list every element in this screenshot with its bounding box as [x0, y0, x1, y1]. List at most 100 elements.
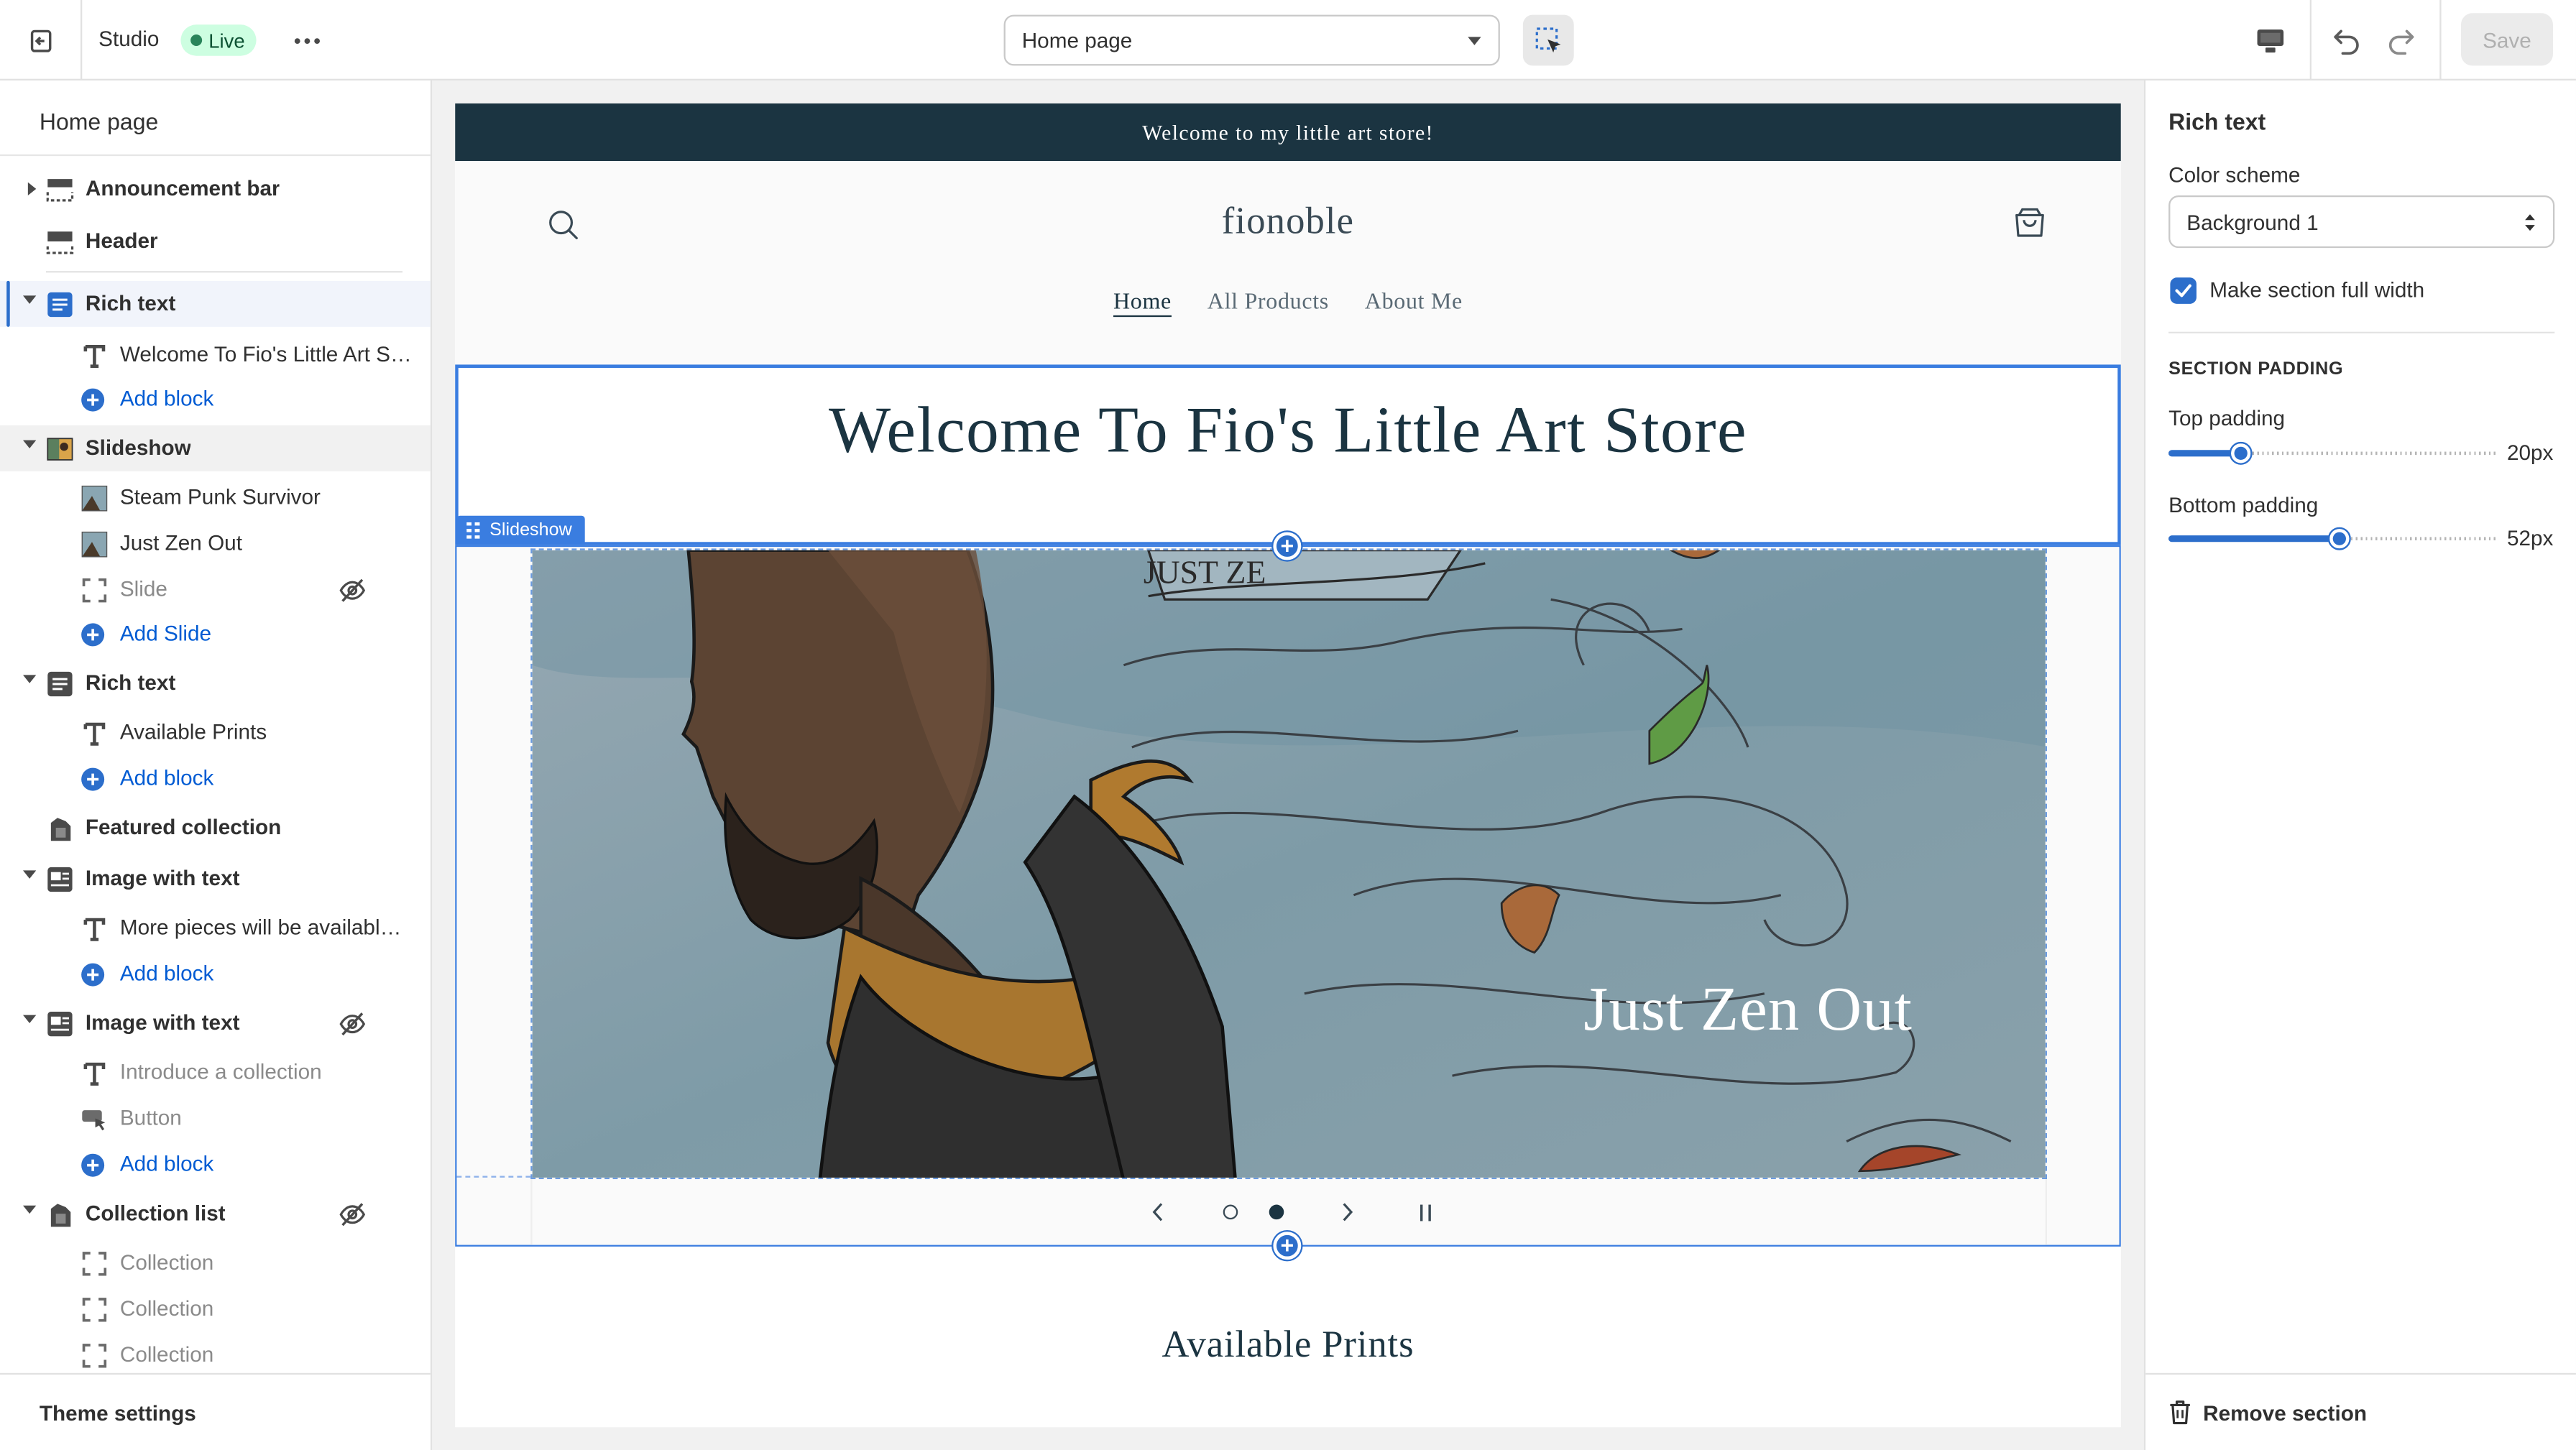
chevron-down-icon[interactable] — [22, 1205, 37, 1214]
rich-text-section-selected[interactable]: Welcome To Fio's Little Art Store — [455, 364, 2121, 545]
main-nav: Home All Products About Me — [455, 291, 2121, 318]
slide-image[interactable]: JUST ZE Just Zen Out — [530, 548, 2047, 1180]
sidebar-item-label: Header — [85, 228, 158, 253]
live-status-badge: Live — [180, 24, 257, 56]
slide-dot-2-active[interactable] — [1261, 1197, 1291, 1227]
chevron-down-icon[interactable] — [22, 440, 37, 448]
previous-slide-button[interactable] — [1144, 1197, 1173, 1227]
sidebar-item-label: Slide — [119, 576, 167, 601]
sidebar-item-featured-collection[interactable]: Featured collection — [0, 805, 431, 851]
eye-off-icon[interactable] — [339, 576, 367, 604]
sidebar-item-collection[interactable]: Collection — [0, 1332, 431, 1378]
select-cursor-icon — [1535, 27, 1560, 52]
rich-text-heading: Welcome To Fio's Little Art Store — [829, 392, 1747, 467]
sidebar-item-slideshow[interactable]: Slideshow — [0, 425, 431, 471]
sidebar-item-label: Collection list — [85, 1200, 226, 1226]
sidebar-item-label: Available Prints — [119, 719, 267, 744]
sidebar-item-collection[interactable]: Collection — [0, 1286, 431, 1332]
sidebar-item-label: Introduce a collection — [119, 1059, 322, 1084]
add-block-button[interactable]: Add block — [0, 951, 431, 997]
chevron-right-icon[interactable] — [27, 182, 37, 195]
sidebar-item-label: Just Zen Out — [119, 530, 242, 555]
bottom-padding-slider[interactable] — [2168, 525, 2498, 552]
sidebar-item-collection-list[interactable]: Collection list — [0, 1191, 431, 1237]
slider-thumb[interactable] — [2229, 441, 2253, 465]
placeholder-icon — [80, 1250, 109, 1278]
sidebar-item-welcome-to-fio-s-little-art-st[interactable]: Welcome To Fio's Little Art St... — [0, 332, 431, 378]
inspector-toggle-button[interactable] — [1522, 14, 1574, 66]
color-scheme-select[interactable]: Background 1 — [2168, 195, 2555, 249]
section-padding-heading: SECTION PADDING — [2168, 359, 2344, 379]
add-block-button[interactable]: Add block — [0, 1142, 431, 1188]
placeholder-icon — [80, 1296, 109, 1324]
nav-link-about-me[interactable]: About Me — [1365, 291, 1463, 315]
nav-link-all-products[interactable]: All Products — [1208, 291, 1329, 315]
sidebar-item-just-zen-out[interactable]: Just Zen Out — [0, 521, 431, 567]
store-header[interactable]: fionoble Home All Products About Me — [455, 160, 2121, 365]
slideshow-section-tag[interactable]: Slideshow — [456, 515, 586, 545]
redo-icon — [2388, 29, 2414, 55]
sidebar-item-rich-text[interactable]: Rich text — [0, 280, 431, 327]
store-logo[interactable]: fionoble — [455, 200, 2121, 243]
desktop-preview-button[interactable] — [2248, 19, 2294, 62]
slideshow-section[interactable]: JUST ZE Just Zen Out — [455, 545, 2121, 1247]
sidebar-item-rich-text[interactable]: Rich text — [0, 660, 431, 706]
add-icon — [80, 387, 109, 415]
cart-icon[interactable] — [2012, 206, 2047, 240]
pause-slideshow-button[interactable] — [1411, 1197, 1440, 1227]
announcement-bar[interactable]: Welcome to my little art store! — [455, 103, 2121, 161]
full-width-checkbox[interactable] — [2170, 277, 2196, 304]
sidebar-title: Home page — [39, 108, 159, 135]
top-padding-slider[interactable] — [2168, 440, 2498, 467]
section-sidebar: Home page Announcement bar Header Rich tex… — [0, 80, 433, 1450]
sidebar-item-image-with-text[interactable]: Image with text — [0, 856, 431, 902]
more-horizontal-icon — [294, 38, 321, 45]
eye-off-icon[interactable] — [339, 1010, 367, 1038]
chevron-down-icon[interactable] — [22, 1015, 37, 1023]
sidebar-item-label: Button — [119, 1105, 182, 1130]
sidebar-item-announcement-bar[interactable]: Announcement bar — [0, 166, 431, 212]
page-selector[interactable]: Home page — [1003, 14, 1500, 66]
sidebar-item-collection[interactable]: Collection — [0, 1240, 431, 1286]
sidebar-item-available-prints[interactable]: Available Prints — [0, 709, 431, 755]
sidebar-item-more-pieces-will-be-available[interactable]: More pieces will be available ... — [0, 905, 431, 951]
eye-off-icon[interactable] — [339, 1201, 367, 1229]
settings-panel: Rich text Color scheme Background 1 Make… — [2143, 80, 2576, 1450]
theme-settings-button[interactable]: Theme settings — [0, 1372, 431, 1450]
chevron-down-icon[interactable] — [22, 675, 37, 683]
exit-button[interactable] — [0, 0, 83, 80]
placeholder-icon — [80, 576, 109, 604]
toolbar-divider — [2439, 0, 2442, 80]
sidebar-item-header[interactable]: Header — [0, 218, 431, 264]
save-button[interactable]: Save — [2460, 13, 2553, 66]
nav-link-home[interactable]: Home — [1113, 291, 1172, 315]
next-slide-button[interactable] — [1333, 1197, 1362, 1227]
add-block-button[interactable]: Add block — [0, 755, 431, 801]
available-prints-heading: Available Prints — [1162, 1324, 1414, 1365]
add-block-button[interactable]: Add block — [0, 376, 431, 422]
more-actions-button[interactable] — [289, 23, 325, 59]
sidebar-item-label: Steam Punk Survivor — [119, 484, 321, 509]
sidebar-item-slide[interactable]: Slide — [0, 567, 431, 613]
sidebar-item-steam-punk-survivor[interactable]: Steam Punk Survivor — [0, 475, 431, 521]
add-section-below-button[interactable]: + — [1273, 1232, 1302, 1260]
sidebar-item-label: Welcome To Fio's Little Art St... — [119, 341, 413, 366]
undo-button[interactable] — [2327, 19, 2369, 62]
chevron-down-icon[interactable] — [22, 870, 37, 879]
slider-thumb[interactable] — [2327, 527, 2351, 550]
top-padding-label: Top padding — [2168, 405, 2286, 430]
add-section-above-button[interactable]: + — [1273, 532, 1302, 560]
slide-dot-1[interactable] — [1215, 1197, 1245, 1227]
sidebar-item-image-with-text[interactable]: Image with text — [0, 1000, 431, 1046]
layout-header-icon — [46, 228, 74, 257]
announcement-text: Welcome to my little art store! — [1142, 119, 1434, 144]
redo-button[interactable] — [2379, 19, 2421, 62]
remove-section-button[interactable]: Remove section — [2145, 1372, 2576, 1450]
sidebar-item-introduce-a-collection[interactable]: Introduce a collection — [0, 1050, 431, 1096]
add-block-button[interactable]: Add Slide — [0, 611, 431, 657]
sidebar-item-button[interactable]: Button — [0, 1096, 431, 1142]
grip-icon — [466, 522, 480, 539]
text-icon — [80, 341, 109, 369]
sidebar-item-label: Collection — [119, 1342, 214, 1367]
chevron-down-icon[interactable] — [22, 295, 37, 304]
